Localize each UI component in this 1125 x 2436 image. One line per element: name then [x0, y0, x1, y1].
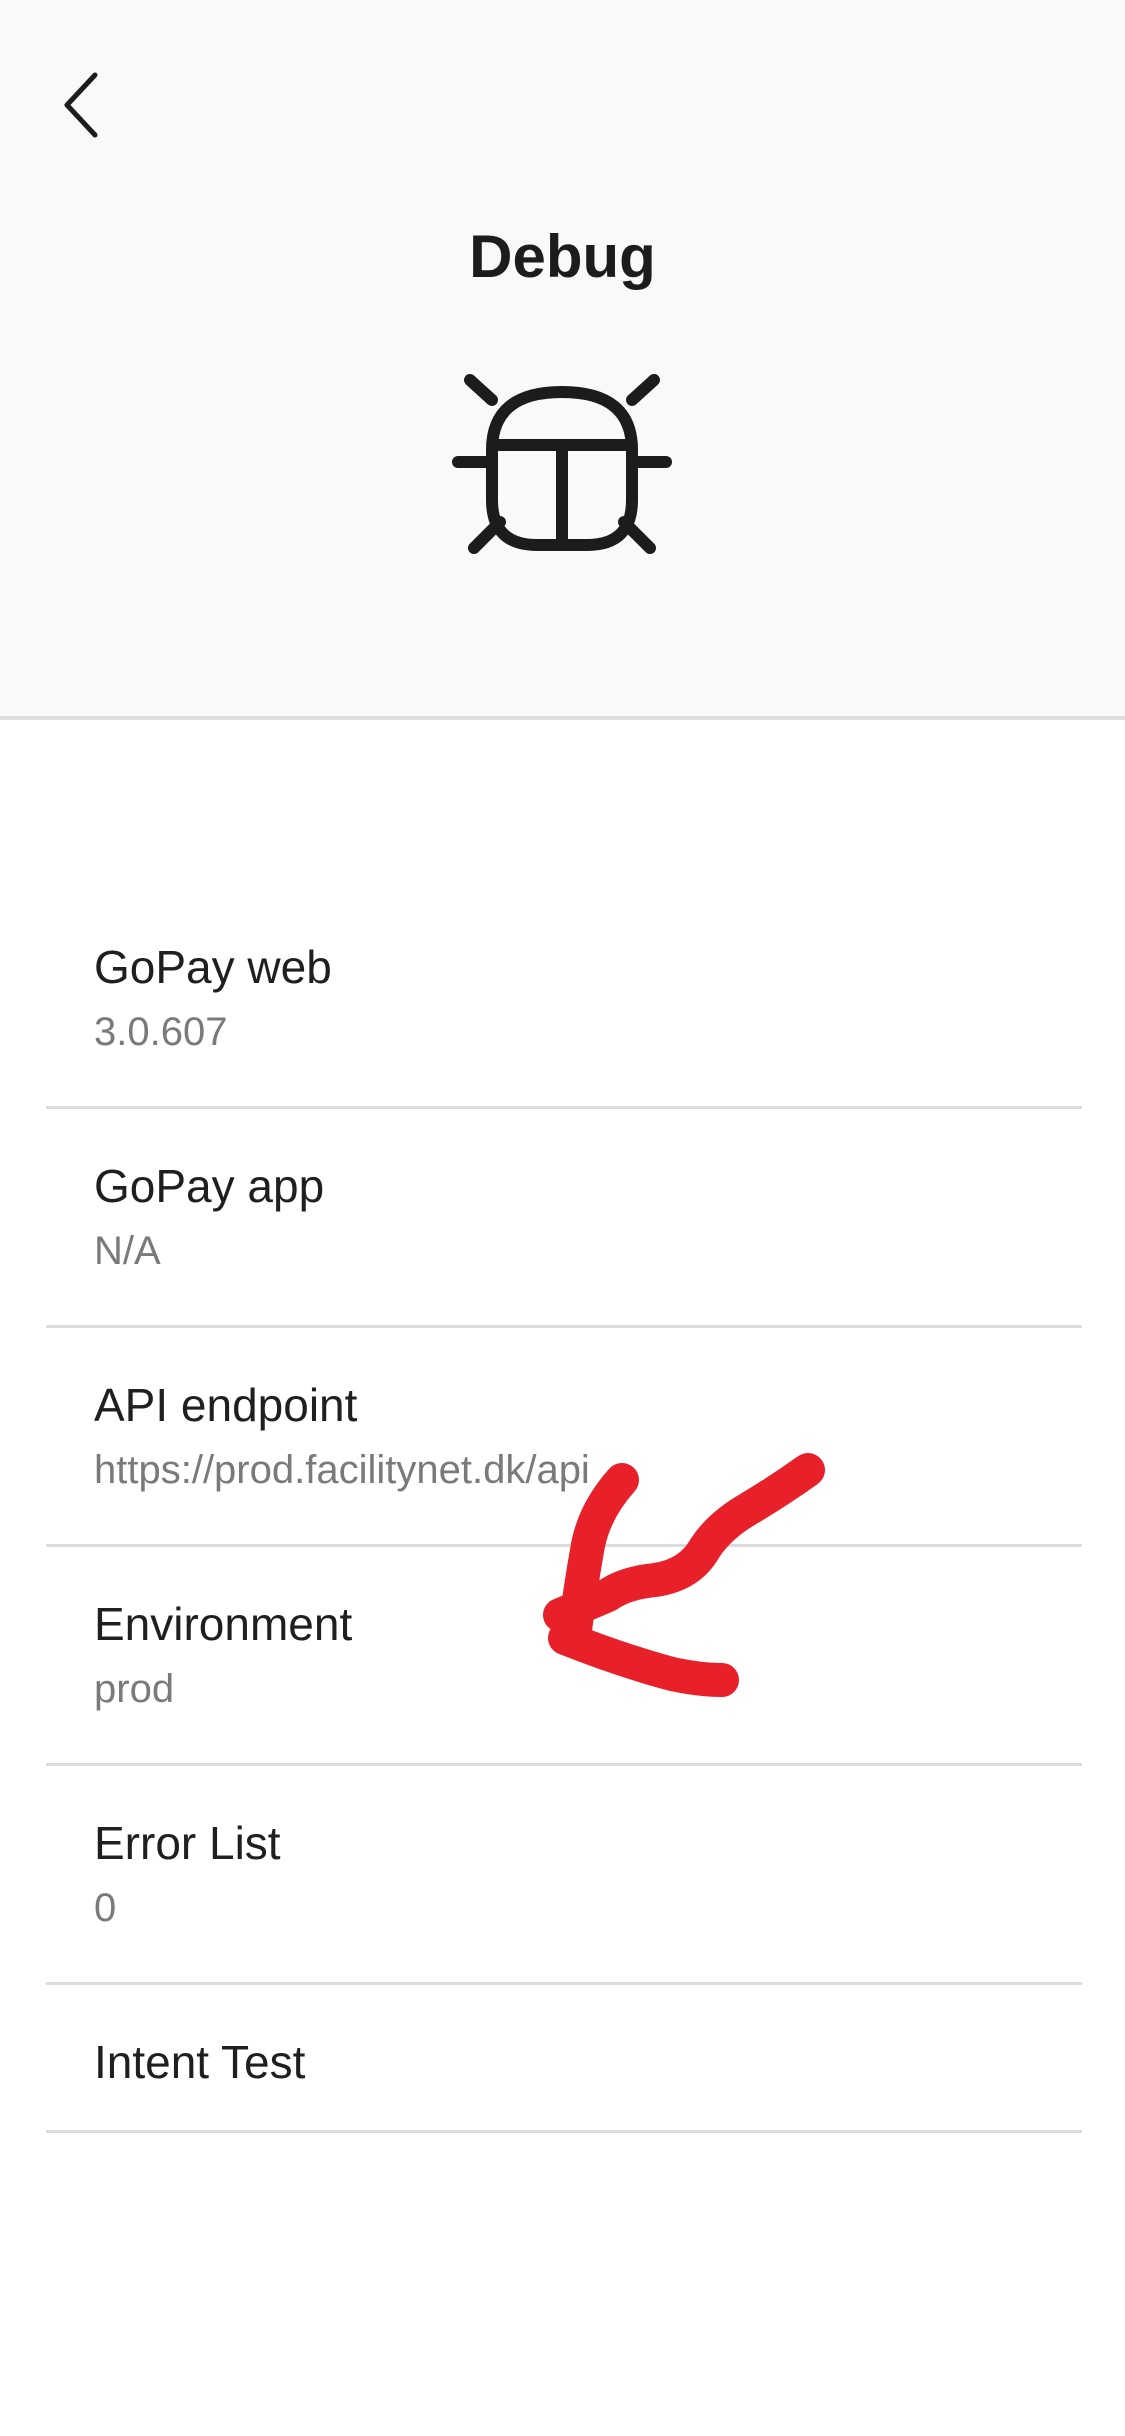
item-value: N/A: [94, 1229, 161, 1273]
list-item-intent-test[interactable]: Intent Test: [46, 1985, 1082, 2133]
item-value: 0: [94, 1886, 117, 1930]
item-title: Intent Test: [94, 2036, 306, 2088]
item-value: 3.0.607: [94, 1010, 228, 1054]
item-title: GoPay web: [94, 941, 332, 993]
item-title: Error List: [94, 1817, 281, 1869]
back-button[interactable]: [30, 50, 140, 160]
list-item-environment[interactable]: Environment prod: [46, 1547, 1082, 1766]
debug-header: Debug: [0, 0, 1125, 720]
list-item-gopay-app[interactable]: GoPay app N/A: [46, 1109, 1082, 1328]
debug-screen: Debug GoPay web 3.0.607 GoPay app N/A AP…: [0, 0, 1125, 2436]
item-title: Environment: [94, 1598, 353, 1650]
debug-info-list: GoPay web 3.0.607 GoPay app N/A API endp…: [46, 890, 1082, 2133]
list-item-api-endpoint[interactable]: API endpoint https://prod.facilitynet.dk…: [46, 1328, 1082, 1547]
item-title: API endpoint: [94, 1379, 358, 1431]
page-title: Debug: [469, 223, 656, 290]
list-item-gopay-web[interactable]: GoPay web 3.0.607: [46, 890, 1082, 1109]
item-value: https://prod.facilitynet.dk/api: [94, 1448, 590, 1492]
bug-icon: [452, 374, 672, 554]
item-title: GoPay app: [94, 1160, 325, 1212]
list-item-error-list[interactable]: Error List 0: [46, 1766, 1082, 1985]
chevron-left-icon: [64, 72, 98, 138]
item-value: prod: [94, 1667, 175, 1711]
